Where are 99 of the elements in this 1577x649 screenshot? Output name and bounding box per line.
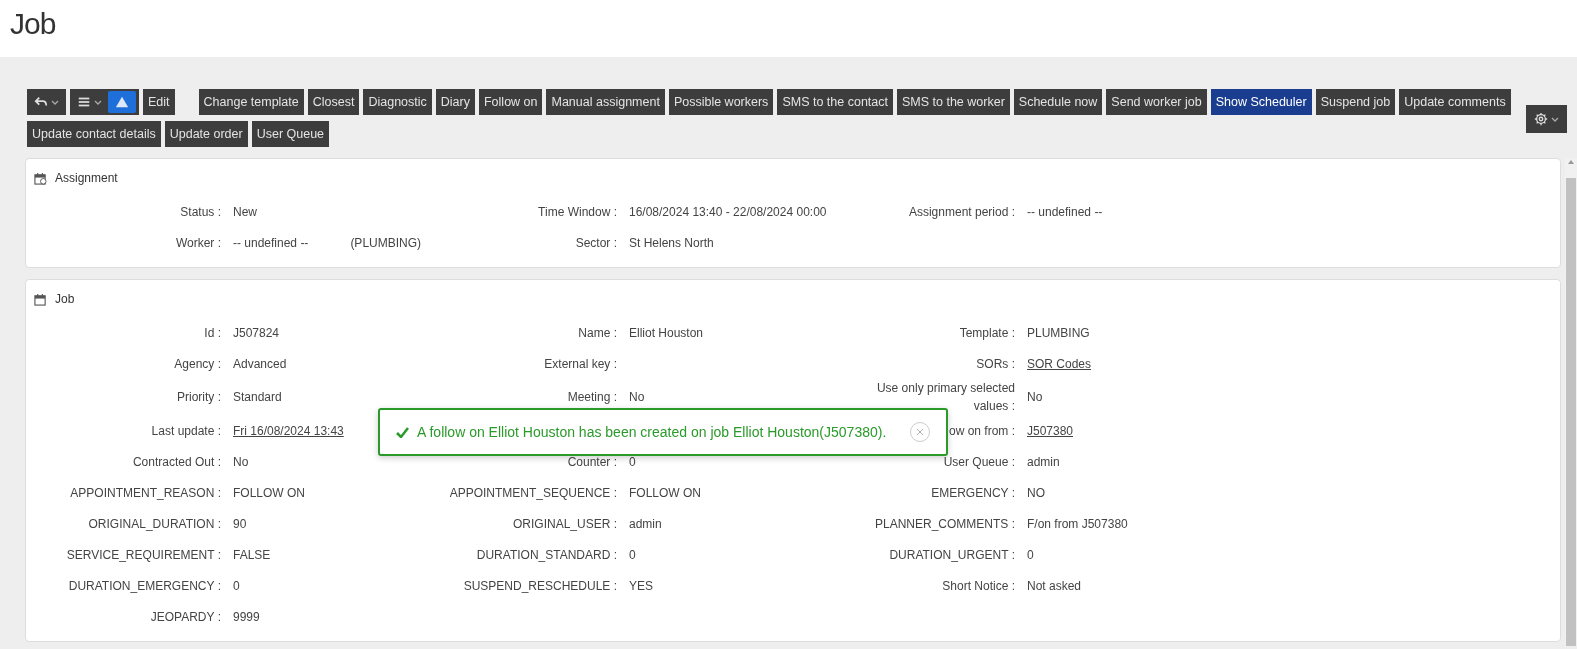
- toolbar-button[interactable]: Update contact details: [27, 121, 161, 147]
- field-label: Name :: [578, 324, 617, 342]
- field-value: No: [629, 389, 645, 406]
- field-link[interactable]: Fri 16/08/2024 13:43: [233, 421, 344, 440]
- toolbar-button[interactable]: Possible workers: [668, 89, 774, 115]
- field-label: Sector :: [575, 234, 617, 252]
- field-label: EMERGENCY :: [931, 484, 1015, 502]
- field-value: 0: [1027, 546, 1034, 564]
- warning-icon: [115, 95, 129, 109]
- field-value: Not asked: [1027, 577, 1082, 595]
- field-value: FOLLOW ON: [629, 484, 701, 502]
- panel-title: Job: [55, 291, 75, 308]
- field-label: JEOPARDY :: [150, 608, 221, 626]
- toolbar-button[interactable]: Update order: [164, 121, 248, 147]
- toolbar-button[interactable]: Diary: [435, 89, 475, 115]
- field-value: (PLUMBING): [350, 234, 422, 252]
- field-label: Agency :: [174, 355, 221, 373]
- field-label: Last update :: [151, 422, 221, 440]
- field-label: Counter :: [567, 453, 617, 471]
- field-value: New: [233, 203, 257, 221]
- field-value: -- undefined --: [233, 234, 309, 252]
- field-value: Elliot Houston: [629, 324, 704, 342]
- panel-title: Assignment: [55, 170, 118, 187]
- toolbar-button[interactable]: Change template: [198, 89, 304, 115]
- toolbar-button[interactable]: Send worker job: [1106, 89, 1207, 115]
- field-label: Contracted Out :: [132, 453, 221, 471]
- field-label: DURATION_STANDARD :: [476, 546, 617, 564]
- field-label: Short Notice :: [942, 577, 1015, 595]
- field-value: PLUMBING: [1027, 324, 1090, 342]
- toolbar-button[interactable]: SMS to the worker: [897, 89, 1010, 115]
- field-label: SERVICE_REQUIREMENT :: [66, 546, 221, 564]
- field-label: Assignment period :: [908, 203, 1015, 221]
- field-value: 90: [233, 515, 247, 533]
- field-label: Status :: [180, 203, 221, 221]
- field-value: Advanced: [233, 355, 287, 373]
- field-label: DURATION_EMERGENCY :: [68, 577, 221, 595]
- toolbar-button[interactable]: Show Scheduler: [1210, 89, 1312, 115]
- field-label: Worker :: [175, 234, 221, 252]
- close-icon: [916, 428, 924, 436]
- close-button[interactable]: [910, 422, 930, 442]
- field-label: Meeting :: [567, 389, 617, 406]
- field-label: SUSPEND_RESCHEDULE :: [463, 577, 617, 595]
- settings-button[interactable]: [1526, 105, 1567, 133]
- field-label: ORIGINAL_USER :: [512, 515, 617, 533]
- toolbar-button[interactable]: Schedule now: [1013, 89, 1103, 115]
- scroll-up-icon[interactable]: [1567, 158, 1575, 166]
- edit-button[interactable]: Edit: [143, 89, 175, 115]
- calendar-icon: [34, 292, 47, 306]
- toolbar-button[interactable]: User Queue: [251, 121, 330, 147]
- field-link[interactable]: SOR Codes: [1027, 354, 1092, 373]
- toolbar-button[interactable]: SMS to the contact: [777, 89, 893, 115]
- toolbar-button[interactable]: Closest: [307, 89, 360, 115]
- field-value: admin: [629, 515, 662, 533]
- field-value: 16/08/2024 13:40 - 22/08/2024 00:00: [629, 203, 827, 221]
- toolbar-button[interactable]: Follow on: [479, 89, 543, 115]
- field-value: St Helens North: [629, 234, 714, 252]
- field-label: APPOINTMENT_SEQUENCE :: [449, 484, 617, 502]
- page-title: Job: [10, 6, 57, 42]
- field-value: 0: [629, 546, 636, 564]
- field-label: User Queue :: [943, 453, 1015, 471]
- toolbar-button[interactable]: Diagnostic: [363, 89, 432, 115]
- check-icon: [396, 426, 409, 438]
- field-label: External key :: [544, 355, 617, 373]
- field-value: FALSE: [233, 546, 271, 564]
- field-value: 0: [233, 577, 240, 595]
- calendar-icon: [34, 171, 47, 185]
- field-label: Use only primary selected values :: [875, 380, 1015, 415]
- toast-message: A follow on Elliot Houston has been created on job Elliot Houston(J507380).: [417, 422, 887, 442]
- field-value: admin: [1027, 453, 1060, 471]
- field-value: -- undefined --: [1027, 203, 1103, 221]
- field-label: PLANNER_COMMENTS :: [874, 515, 1015, 533]
- field-value: No: [1027, 389, 1043, 406]
- field-label: ow on from :: [948, 422, 1015, 440]
- field-value: FOLLOW ON: [233, 484, 305, 502]
- field-value: 0: [629, 453, 636, 471]
- field-value: F/on from J507380: [1027, 515, 1128, 533]
- field-value: No: [233, 453, 249, 471]
- field-value: J507824: [233, 324, 280, 342]
- field-label: APPOINTMENT_REASON :: [70, 484, 221, 502]
- field-value: 9999: [233, 608, 260, 626]
- scrollbar[interactable]: [1565, 158, 1577, 646]
- toolbar-button[interactable]: Suspend job: [1315, 89, 1396, 115]
- field-label: ORIGINAL_DURATION :: [88, 515, 221, 533]
- toolbar-button[interactable]: Update comments: [1399, 89, 1511, 115]
- field-label: Template :: [959, 324, 1015, 342]
- field-value: Standard: [233, 389, 282, 406]
- field-label: Priority :: [177, 389, 221, 406]
- field-link[interactable]: J507380: [1027, 421, 1074, 440]
- field-value: YES: [629, 577, 653, 595]
- undo-icon: [34, 95, 48, 109]
- field-value: NO: [1027, 484, 1045, 502]
- settings-icon: [1534, 112, 1548, 126]
- field-label: SORs :: [976, 355, 1015, 373]
- field-label: DURATION_URGENT :: [889, 546, 1015, 564]
- field-label: Id :: [204, 324, 221, 342]
- toolbar-button[interactable]: Manual assignment: [546, 89, 665, 115]
- warning-button[interactable]: [108, 91, 136, 113]
- menu-icon: [77, 95, 91, 109]
- field-label: Time Window :: [538, 203, 617, 221]
